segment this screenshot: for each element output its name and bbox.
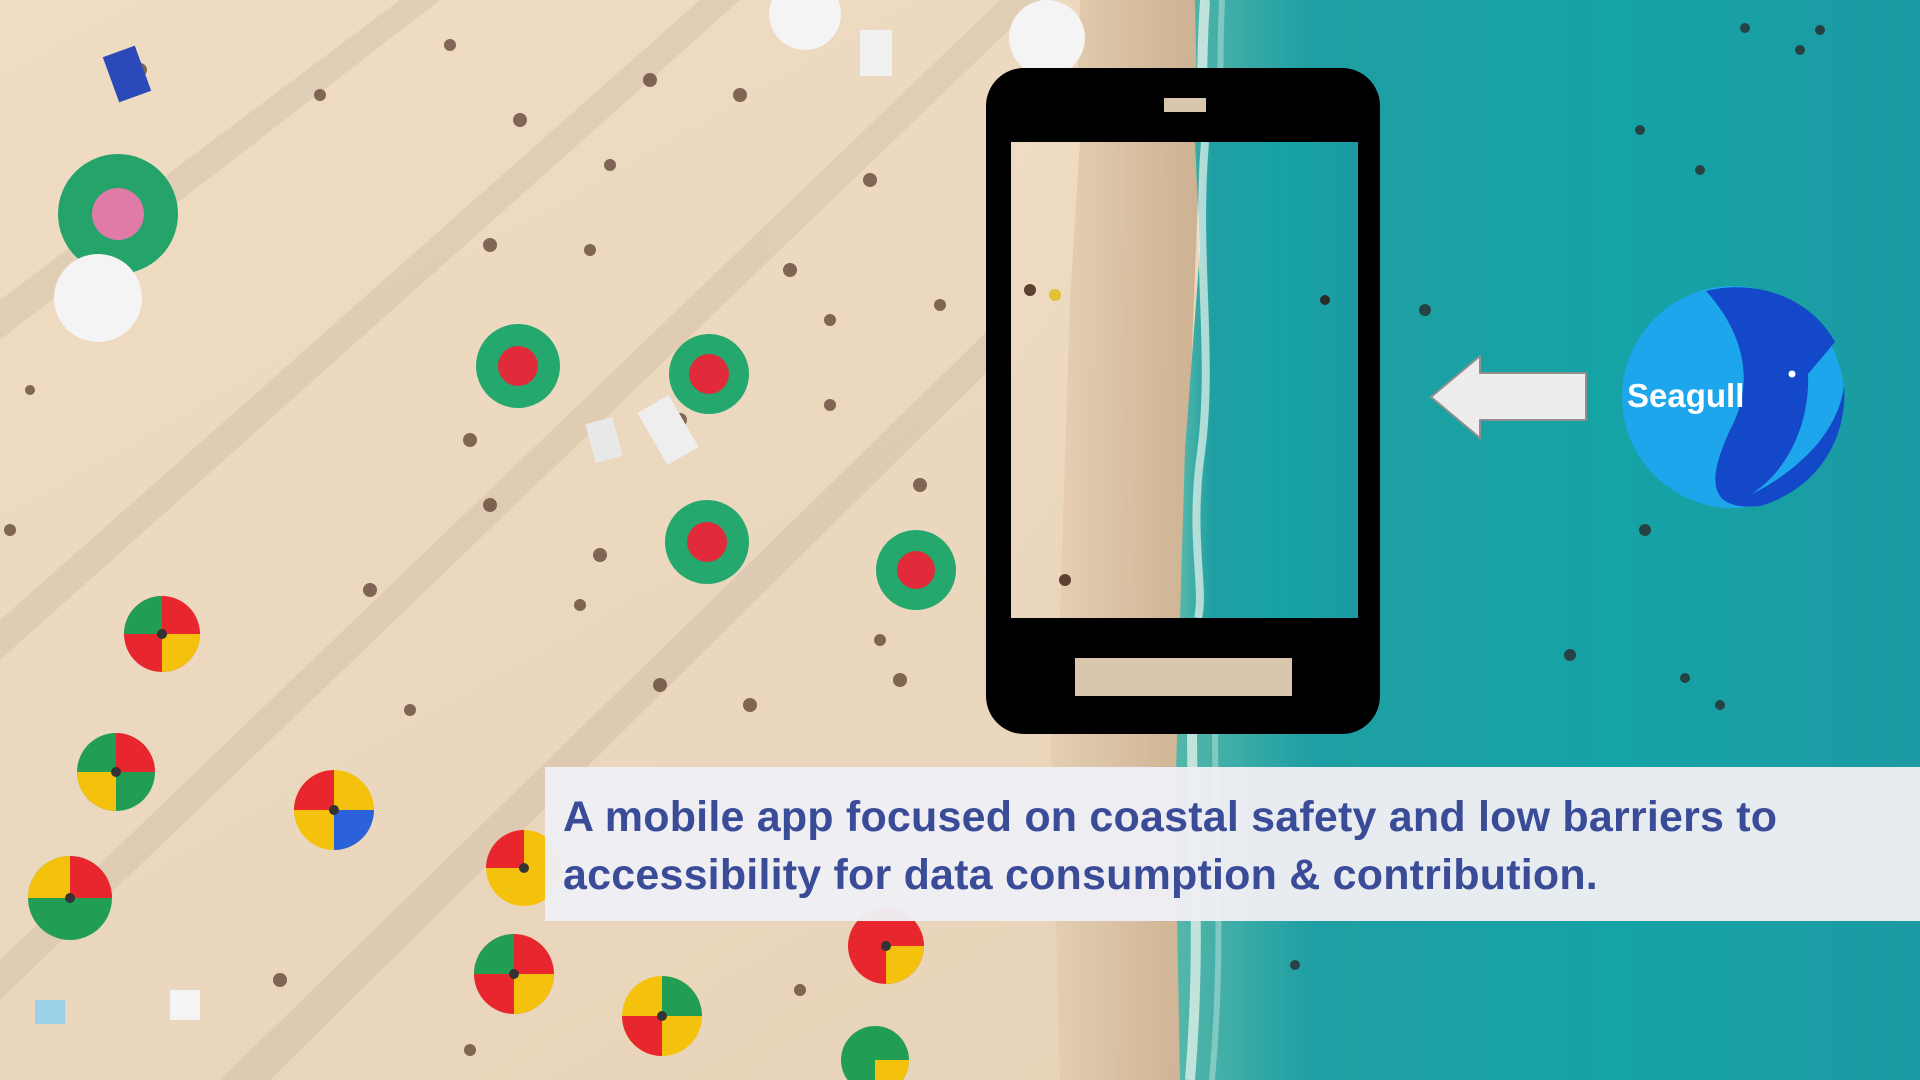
seagull-logo: Seagull (1622, 286, 1845, 508)
beach-umbrella-icon (77, 733, 155, 811)
beach-umbrella-icon (474, 934, 554, 1014)
beach-umbrella-icon (58, 154, 178, 274)
beach-umbrella-icon (54, 254, 142, 342)
beach-umbrella-icon (1009, 0, 1085, 76)
beach-umbrella-icon (669, 334, 749, 414)
beach-umbrella-icon (476, 324, 560, 408)
smartphone-icon (986, 68, 1380, 734)
caption-box: A mobile app focused on coastal safety a… (545, 767, 1920, 921)
slide-caption: A mobile app focused on coastal safety a… (563, 793, 1778, 899)
beach-umbrella-icon (124, 596, 200, 672)
logo-text: Seagull (1627, 377, 1744, 414)
beach-umbrella-icon (294, 770, 374, 850)
beach-umbrella-icon (28, 856, 112, 940)
beach-umbrella-icon (665, 500, 749, 584)
beach-umbrella-icon (876, 530, 956, 610)
beach-umbrella-icon (622, 976, 702, 1056)
